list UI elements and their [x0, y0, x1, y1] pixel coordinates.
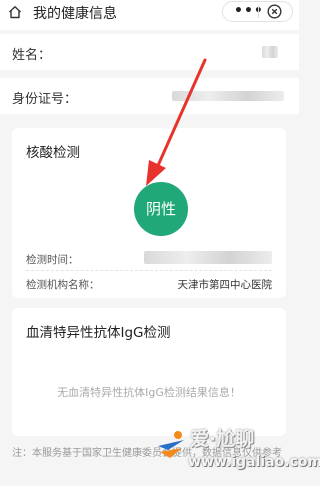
watermark-text: 爱·尬聊 — [190, 428, 255, 450]
site-watermark: 爱·尬聊 www.igaliao.com — [152, 420, 320, 486]
watermark-url: www.igaliao.com — [188, 454, 320, 470]
watermark-logo-icon — [158, 431, 184, 458]
annotation-arrow-icon — [146, 58, 207, 186]
